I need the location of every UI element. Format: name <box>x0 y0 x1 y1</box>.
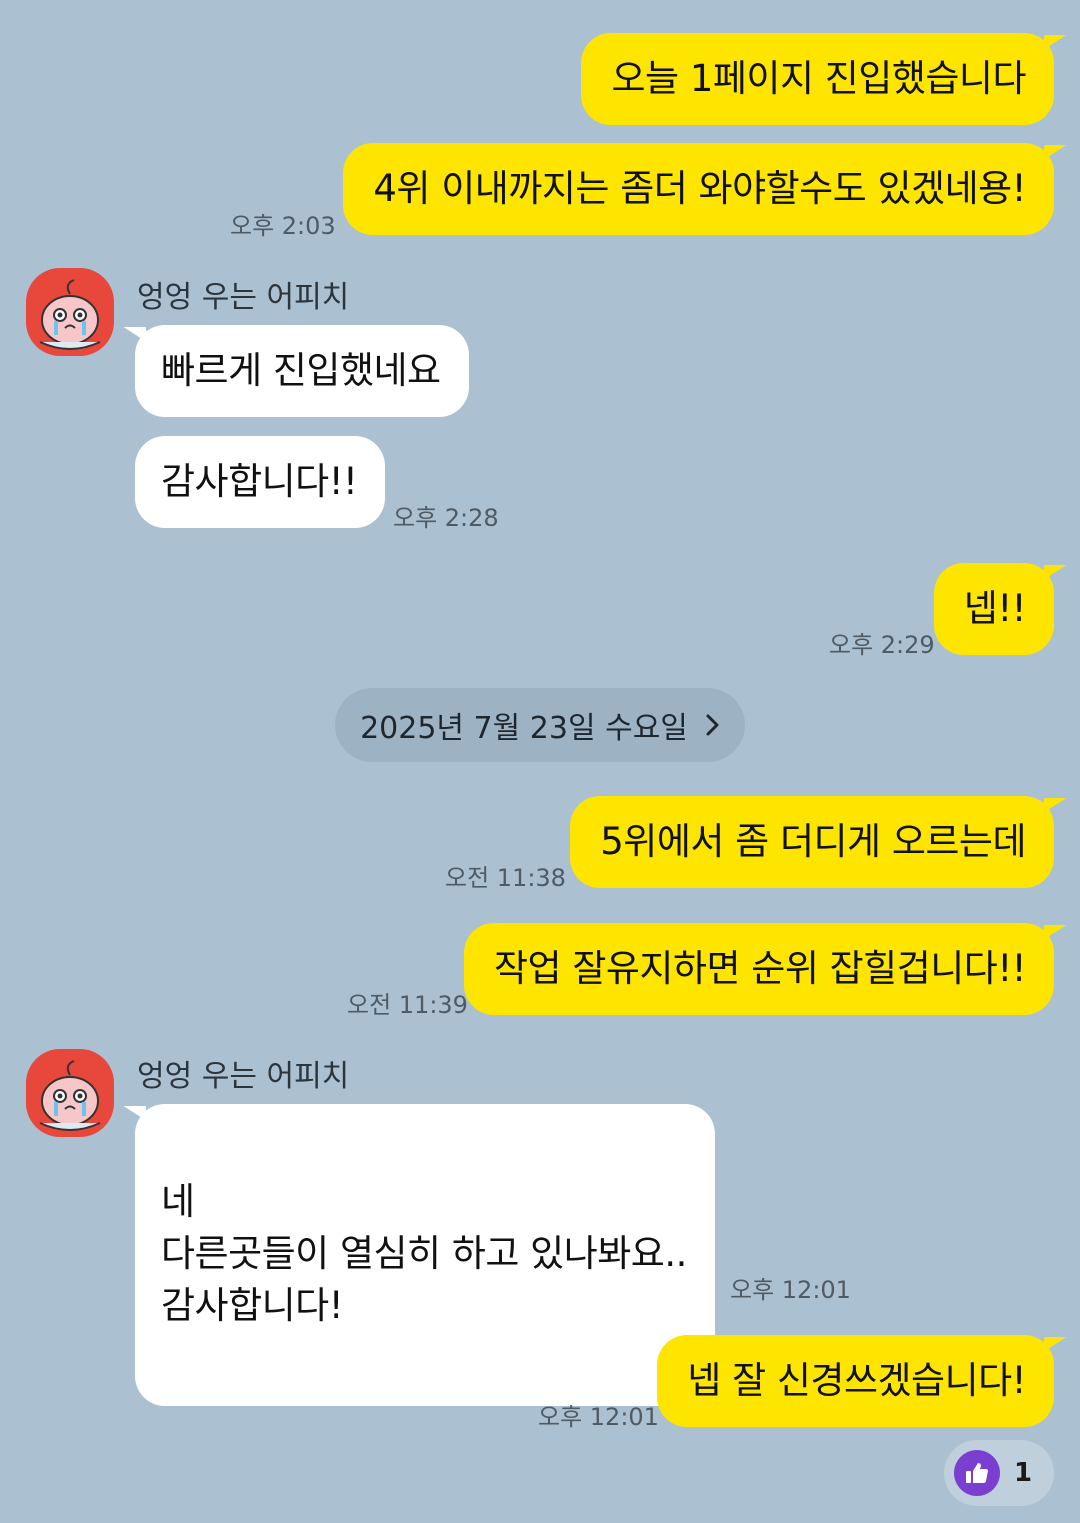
contact-avatar[interactable] <box>26 268 114 356</box>
message-timestamp: 오후 2:28 <box>393 504 499 532</box>
bubble-tail <box>1041 1337 1067 1353</box>
message-text: 빠르게 진입했네요 <box>161 349 441 392</box>
date-divider[interactable]: 2025년 7월 23일 수요일 <box>335 688 745 762</box>
bubble-tail <box>123 327 149 343</box>
date-label: 2025년 7월 23일 수요일 <box>360 711 688 746</box>
my-message-bubble[interactable]: 작업 잘유지하면 순위 잡힐겁니다!! <box>463 923 1067 1015</box>
message-text: 오늘 1페이지 진입했습니다 <box>611 57 1026 100</box>
bubble-tail <box>1041 35 1067 51</box>
my-message-bubble[interactable]: 4위 이내까지는 좀더 와야할수도 있겠네용! <box>343 143 1067 235</box>
message-timestamp: 오후 12:01 <box>730 1276 851 1304</box>
reaction-count: 1 <box>1014 1458 1033 1488</box>
my-message-bubble[interactable]: 넵!! <box>933 563 1067 655</box>
thumbs-up-icon <box>954 1450 1000 1496</box>
bubble-tail <box>123 1106 149 1122</box>
their-message-bubble[interactable]: 빠르게 진입했네요 <box>123 325 469 417</box>
sender-name: 엉엉 우는 어피치 <box>137 1059 350 1094</box>
bubble-tail <box>1041 925 1067 941</box>
apeach-crying-icon <box>39 1060 101 1131</box>
message-text: 넵 잘 신경쓰겠습니다! <box>687 1359 1026 1402</box>
their-message-bubble[interactable]: 감사합니다!! <box>135 436 386 528</box>
message-text: 작업 잘유지하면 순위 잡힐겁니다!! <box>493 947 1027 990</box>
bubble-tail <box>1041 565 1067 581</box>
bubble-tail <box>1041 798 1067 814</box>
message-timestamp: 오후 2:29 <box>829 631 935 659</box>
message-timestamp: 오후 2:03 <box>230 212 336 240</box>
contact-avatar[interactable] <box>26 1049 114 1137</box>
message-text: 4위 이내까지는 좀더 와야할수도 있겠네용! <box>373 167 1026 210</box>
message-text: 감사합니다!! <box>161 460 358 503</box>
message-timestamp: 오전 11:39 <box>347 991 468 1019</box>
bubble-tail <box>1041 145 1067 161</box>
apeach-crying-icon <box>39 279 101 350</box>
my-message-bubble[interactable]: 오늘 1페이지 진입했습니다 <box>581 33 1067 125</box>
chevron-right-icon <box>706 714 719 736</box>
message-timestamp: 오후 12:01 <box>538 1403 659 1431</box>
message-text: 5위에서 좀 더디게 오르는데 <box>600 820 1026 863</box>
their-message-bubble[interactable]: 네 다른곳들이 열심히 하고 있나봐요.. 감사합니다! <box>123 1104 715 1406</box>
message-text: 네 다른곳들이 열심히 하고 있나봐요.. 감사합니다! <box>161 1180 687 1327</box>
message-text: 넵!! <box>963 587 1027 630</box>
my-message-bubble[interactable]: 5위에서 좀 더디게 오르는데 <box>570 796 1067 888</box>
reaction-badge[interactable]: 1 <box>944 1440 1054 1506</box>
my-message-bubble[interactable]: 넵 잘 신경쓰겠습니다! <box>657 1335 1067 1427</box>
sender-name: 엉엉 우는 어피치 <box>137 280 350 315</box>
message-timestamp: 오전 11:38 <box>445 864 566 892</box>
